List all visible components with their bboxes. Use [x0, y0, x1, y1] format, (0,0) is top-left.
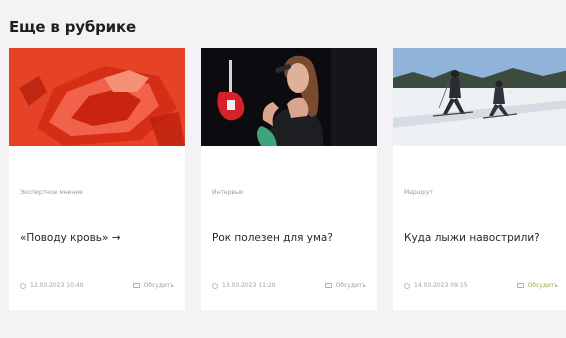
- comment-icon: [132, 283, 140, 288]
- article-footer: 12.03.2023 10:40 Обсудить: [20, 282, 174, 292]
- article-footer: 14.03.2023 09:15 Обсудить: [404, 282, 558, 292]
- abstract-red-image: [9, 48, 185, 146]
- article-title[interactable]: Куда лыжи навострили?: [404, 232, 560, 244]
- clock-icon: [212, 282, 218, 289]
- comments-label: Обсудить: [335, 282, 366, 289]
- article-category[interactable]: Интервью: [212, 189, 244, 196]
- article-category[interactable]: Маршрут: [404, 189, 433, 196]
- comments-link[interactable]: Обсудить: [132, 282, 174, 289]
- comments-link[interactable]: Обсудить: [516, 282, 558, 289]
- comment-icon: [516, 283, 524, 288]
- comment-icon: [324, 283, 332, 288]
- section-title: Еще в рубрике: [9, 18, 136, 36]
- comments-link[interactable]: Обсудить: [324, 282, 366, 289]
- skiers-image: [393, 48, 566, 146]
- clock-icon: [20, 282, 26, 289]
- comments-label: Обсудить: [143, 282, 174, 289]
- article-date: 14.03.2023 09:15: [414, 282, 468, 289]
- article-card[interactable]: Интервью Рок полезен для ума? 13.03.2023…: [201, 48, 377, 310]
- article-title[interactable]: «Поводу кровь» →: [20, 232, 176, 244]
- singer-image: [201, 48, 377, 146]
- article-date: 13.03.2023 11:20: [222, 282, 276, 289]
- article-thumbnail[interactable]: [201, 48, 377, 146]
- article-category[interactable]: Экспертное мнение: [20, 189, 83, 196]
- comments-label: Обсудить: [527, 282, 558, 289]
- article-thumbnail[interactable]: [393, 48, 566, 146]
- more-in-rubric-section: Еще в рубрике Экспертное мнение «Поводу …: [0, 0, 566, 338]
- article-date: 12.03.2023 10:40: [30, 282, 84, 289]
- article-title[interactable]: Рок полезен для ума?: [212, 232, 368, 244]
- article-thumbnail[interactable]: [9, 48, 185, 146]
- clock-icon: [404, 282, 410, 289]
- article-card[interactable]: Маршрут Куда лыжи навострили? 14.03.2023…: [393, 48, 566, 310]
- article-footer: 13.03.2023 11:20 Обсудить: [212, 282, 366, 292]
- article-card[interactable]: Экспертное мнение «Поводу кровь» → 12.03…: [9, 48, 185, 310]
